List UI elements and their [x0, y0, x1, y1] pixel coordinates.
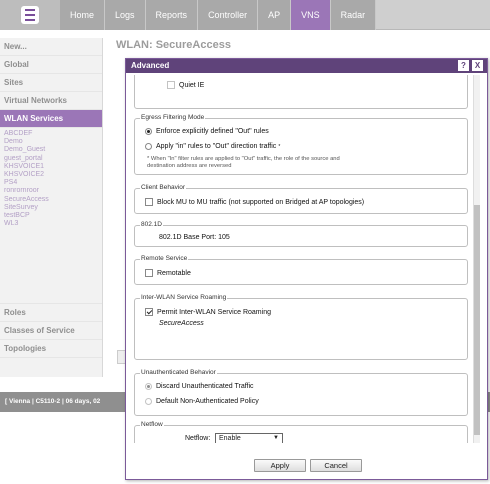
netflow-group: Netflow Netflow: Enable ▼: [134, 421, 468, 443]
main-nav: Home Logs Reports Controller AP VNS Rada…: [60, 0, 377, 30]
block-mu-checkbox[interactable]: [145, 198, 153, 206]
client-behavior-legend: Client Behavior: [140, 184, 187, 191]
wlan-item[interactable]: SiteSurvey: [4, 204, 102, 212]
wlan-item[interactable]: KHSVOICE2: [4, 171, 102, 179]
sidebar-item-wlan-services[interactable]: WLAN Services: [0, 110, 102, 128]
top-bar: Home Logs Reports Controller AP VNS Rada…: [0, 0, 490, 30]
discard-radio[interactable]: [145, 383, 152, 390]
help-icon[interactable]: ?: [458, 60, 469, 71]
remotable-checkbox[interactable]: [145, 269, 153, 277]
sidebar-item-sites[interactable]: Sites: [0, 74, 102, 92]
wlan-item[interactable]: KHSVOICE1: [4, 163, 102, 171]
default-policy-label: Default Non-Authenticated Policy: [156, 398, 259, 405]
nav-controller[interactable]: Controller: [198, 0, 259, 30]
enforce-radio[interactable]: [145, 128, 152, 135]
wlan-item[interactable]: ronrornroor: [4, 187, 102, 195]
remotable-label: Remotable: [157, 269, 191, 277]
egress-group: Egress Filtering Mode Enforce explicitly…: [134, 114, 468, 175]
default-policy-row: Default Non-Authenticated Policy: [145, 398, 259, 405]
nav-radar[interactable]: Radar: [330, 0, 377, 30]
quiet-ie-row: Quiet IE: [167, 81, 204, 89]
permit-roaming-row: Permit Inter-WLAN Service Roaming: [145, 308, 271, 316]
apply-in-radio[interactable]: [145, 143, 152, 150]
egress-note: * When "In" filter rules are applied to …: [147, 156, 340, 170]
quiet-ie-checkbox[interactable]: [167, 81, 175, 89]
remote-service-legend: Remote Service: [140, 255, 189, 262]
nav-logs[interactable]: Logs: [105, 0, 146, 30]
scrollbar-thumb[interactable]: [474, 205, 480, 435]
dot1d-base-port: 802.1D Base Port: 105: [159, 234, 230, 241]
block-mu-row: Block MU to MU traffic (not supported on…: [145, 198, 364, 206]
cancel-button[interactable]: Cancel: [310, 459, 362, 472]
unauth-legend: Unauthenticated Behavior: [140, 369, 217, 376]
sidebar-item-virtual-networks[interactable]: Virtual Networks: [0, 92, 102, 110]
wlan-item[interactable]: ABCDEF: [4, 130, 102, 138]
dialog-header: Advanced ? X: [126, 59, 487, 73]
page-title: WLAN: SecureAccess: [116, 39, 231, 51]
remote-service-group: Remote Service Remotable: [134, 255, 468, 285]
roaming-service-name: SecureAccess: [159, 320, 204, 327]
default-policy-radio[interactable]: [145, 398, 152, 405]
enforce-label: Enforce explicitly defined "Out" rules: [156, 128, 269, 135]
dialog-content: Quiet IE Egress Filtering Mode Enforce e…: [134, 75, 468, 443]
advanced-dialog: Advanced ? X Quiet IE Egress Filtering M…: [125, 58, 488, 480]
sidebar-spacer: [0, 232, 102, 305]
discard-label: Discard Unauthenticated Traffic: [156, 383, 254, 390]
egress-note-line1: * When "In" filter rules are applied to …: [147, 156, 340, 162]
netflow-legend: Netflow: [140, 421, 164, 428]
apply-in-asterisk: *: [278, 143, 281, 150]
sidebar-item-roles[interactable]: Roles: [0, 304, 102, 323]
block-mu-label: Block MU to MU traffic (not supported on…: [157, 198, 365, 206]
nav-home[interactable]: Home: [60, 0, 106, 30]
wlan-item[interactable]: SecureAccess: [4, 196, 102, 204]
logo-icon: [21, 6, 39, 24]
netflow-select[interactable]: Enable ▼: [215, 433, 283, 443]
nav-vns[interactable]: VNS: [291, 0, 331, 30]
close-icon[interactable]: X: [472, 60, 483, 71]
netflow-value: Enable: [219, 435, 241, 442]
wlan-item[interactable]: testBCP: [4, 212, 102, 220]
permit-roaming-checkbox[interactable]: [145, 308, 153, 316]
discard-row: Discard Unauthenticated Traffic: [145, 383, 254, 390]
client-behavior-group: Client Behavior Block MU to MU traffic (…: [134, 184, 468, 214]
wlan-item[interactable]: WL3: [4, 220, 102, 228]
wlan-item[interactable]: guest_portal: [4, 155, 102, 163]
egress-note-line2: destination address are reversed: [147, 163, 232, 169]
roaming-legend: Inter-WLAN Service Roaming: [140, 294, 228, 301]
wlan-item[interactable]: Demo_Guest: [4, 146, 102, 154]
sidebar: New... Global Sites Virtual Networks WLA…: [0, 38, 103, 377]
sidebar-item-classes-of-service[interactable]: Classes of Service: [0, 322, 102, 341]
apply-in-label: Apply "in" rules to "Out" direction traf…: [156, 143, 277, 150]
dialog-scrollbar[interactable]: [473, 75, 480, 443]
sidebar-item-topologies[interactable]: Topologies: [0, 340, 102, 359]
wlan-item[interactable]: Demo: [4, 138, 102, 146]
remotable-row: Remotable: [145, 269, 191, 277]
nav-ap[interactable]: AP: [258, 0, 292, 30]
egress-option-enforce: Enforce explicitly defined "Out" rules: [145, 128, 269, 135]
quiet-ie-label: Quiet IE: [179, 81, 205, 89]
netflow-label: Netflow:: [185, 435, 211, 442]
dot1d-legend: 802.1D: [140, 221, 163, 228]
egress-legend: Egress Filtering Mode: [140, 114, 206, 121]
chevron-down-icon: ▼: [273, 435, 279, 441]
egress-option-apply-in: Apply "in" rules to "Out" direction traf…: [145, 143, 280, 150]
dialog-title: Advanced: [131, 61, 170, 70]
unauth-group: Unauthenticated Behavior Discard Unauthe…: [134, 369, 468, 416]
top-group: Quiet IE: [134, 75, 468, 109]
wlan-list: ABCDEF Demo Demo_Guest guest_portal KHSV…: [0, 128, 102, 232]
nav-reports[interactable]: Reports: [145, 0, 199, 30]
brand-logo[interactable]: [0, 0, 60, 30]
apply-button[interactable]: Apply: [254, 459, 306, 472]
dot1d-group: 802.1D 802.1D Base Port: 105: [134, 221, 468, 247]
sidebar-item-global[interactable]: Global: [0, 56, 102, 74]
sidebar-item-new[interactable]: New...: [0, 38, 102, 56]
permit-roaming-label: Permit Inter-WLAN Service Roaming: [157, 308, 271, 316]
roaming-group: Inter-WLAN Service Roaming Permit Inter-…: [134, 294, 468, 360]
wlan-item[interactable]: PS4: [4, 179, 102, 187]
